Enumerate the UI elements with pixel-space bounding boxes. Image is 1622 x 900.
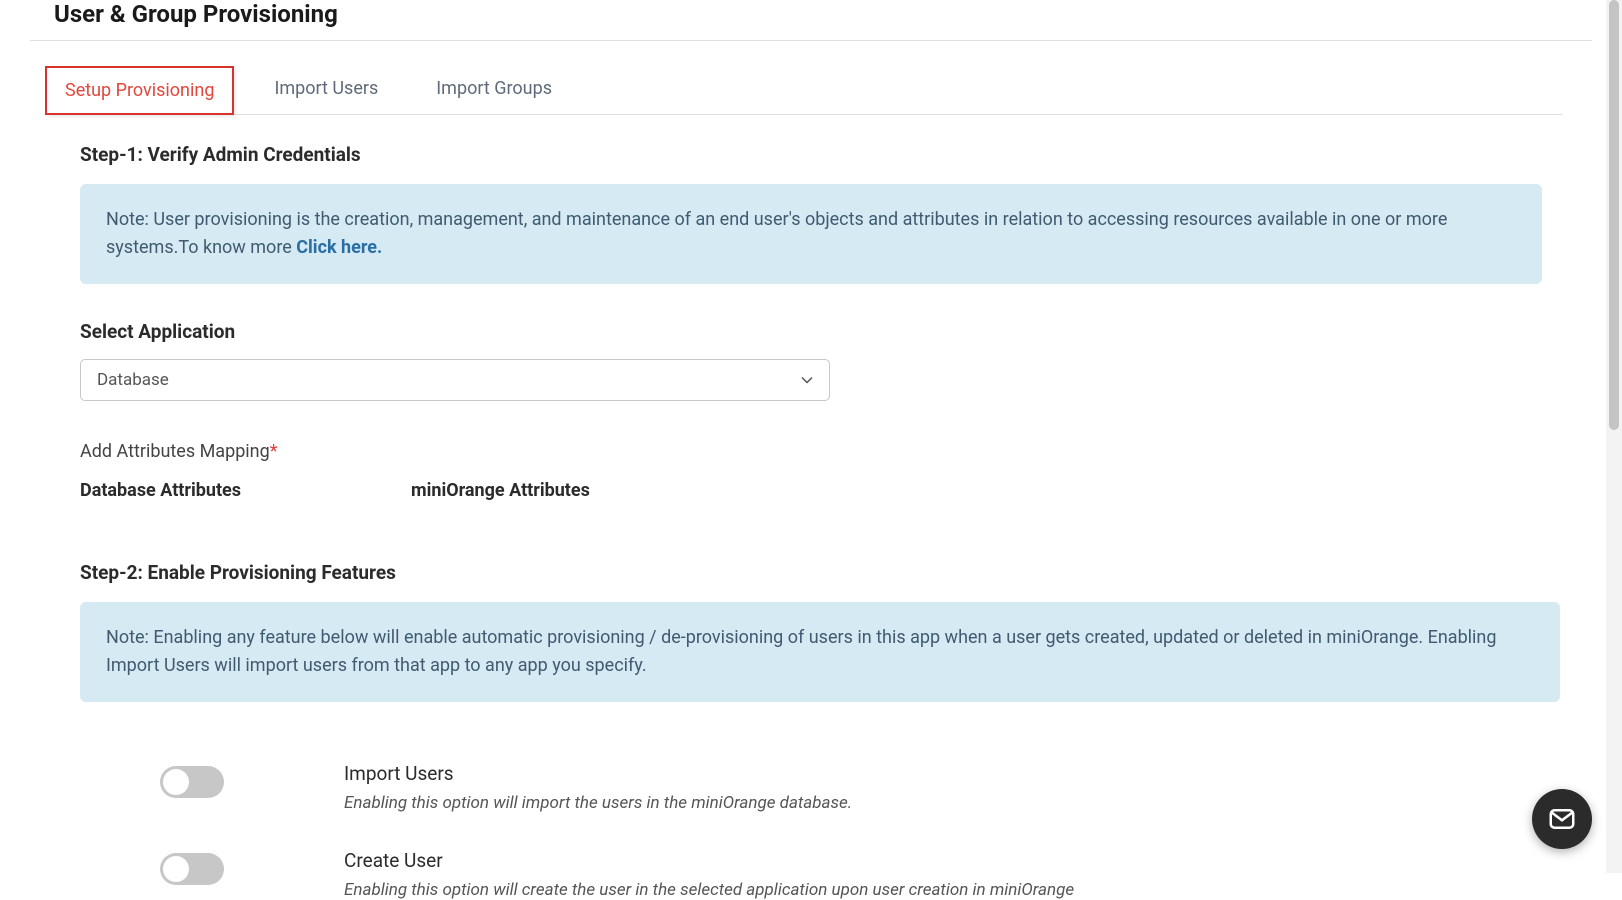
database-attributes-header: Database Attributes bbox=[80, 480, 241, 501]
toggle-create-user[interactable] bbox=[160, 853, 224, 885]
select-application-label: Select Application bbox=[80, 320, 1542, 343]
chevron-down-icon bbox=[801, 374, 813, 386]
tab-setup-provisioning[interactable]: Setup Provisioning bbox=[45, 66, 234, 115]
feature-desc-create-user: Enabling this option will create the use… bbox=[344, 880, 1074, 900]
toggle-import-users[interactable] bbox=[160, 766, 224, 798]
attributes-columns: Database Attributes miniOrange Attribute… bbox=[80, 480, 1542, 501]
toggle-knob bbox=[163, 856, 189, 882]
scrollbar-thumb[interactable] bbox=[1609, 0, 1619, 430]
scrollbar-track[interactable] bbox=[1606, 0, 1622, 873]
chat-button[interactable] bbox=[1532, 789, 1592, 849]
feature-row-create-user: Create User Enabling this option will cr… bbox=[80, 849, 1542, 900]
feature-title-create-user: Create User bbox=[344, 849, 1074, 872]
tab-import-groups[interactable]: Import Groups bbox=[418, 66, 570, 115]
toggle-knob bbox=[163, 769, 189, 795]
tab-bar: Setup Provisioning Import Users Import G… bbox=[45, 65, 1562, 115]
page-title: User & Group Provisioning bbox=[0, 0, 1622, 40]
content-area: Step-1: Verify Admin Credentials Note: U… bbox=[0, 115, 1622, 900]
step2-heading: Step-2: Enable Provisioning Features bbox=[80, 561, 1542, 584]
feature-row-import-users: Import Users Enabling this option will i… bbox=[80, 762, 1542, 813]
tab-import-users[interactable]: Import Users bbox=[256, 66, 396, 115]
step1-note: Note: User provisioning is the creation,… bbox=[80, 184, 1542, 284]
step2-note: Note: Enabling any feature below will en… bbox=[80, 602, 1560, 702]
feature-title-import-users: Import Users bbox=[344, 762, 852, 785]
select-application-dropdown[interactable]: Database bbox=[80, 359, 830, 401]
feature-desc-import-users: Enabling this option will import the use… bbox=[344, 793, 852, 813]
step1-heading: Step-1: Verify Admin Credentials bbox=[80, 143, 1542, 166]
required-marker: * bbox=[270, 441, 278, 462]
attributes-mapping-text: Add Attributes Mapping bbox=[80, 441, 270, 462]
click-here-link[interactable]: Click here. bbox=[296, 237, 382, 258]
divider bbox=[30, 40, 1592, 41]
mail-icon bbox=[1547, 804, 1577, 834]
miniorange-attributes-header: miniOrange Attributes bbox=[411, 480, 590, 501]
attributes-mapping-label: Add Attributes Mapping* bbox=[80, 441, 1542, 462]
select-application-value: Database bbox=[97, 370, 169, 390]
